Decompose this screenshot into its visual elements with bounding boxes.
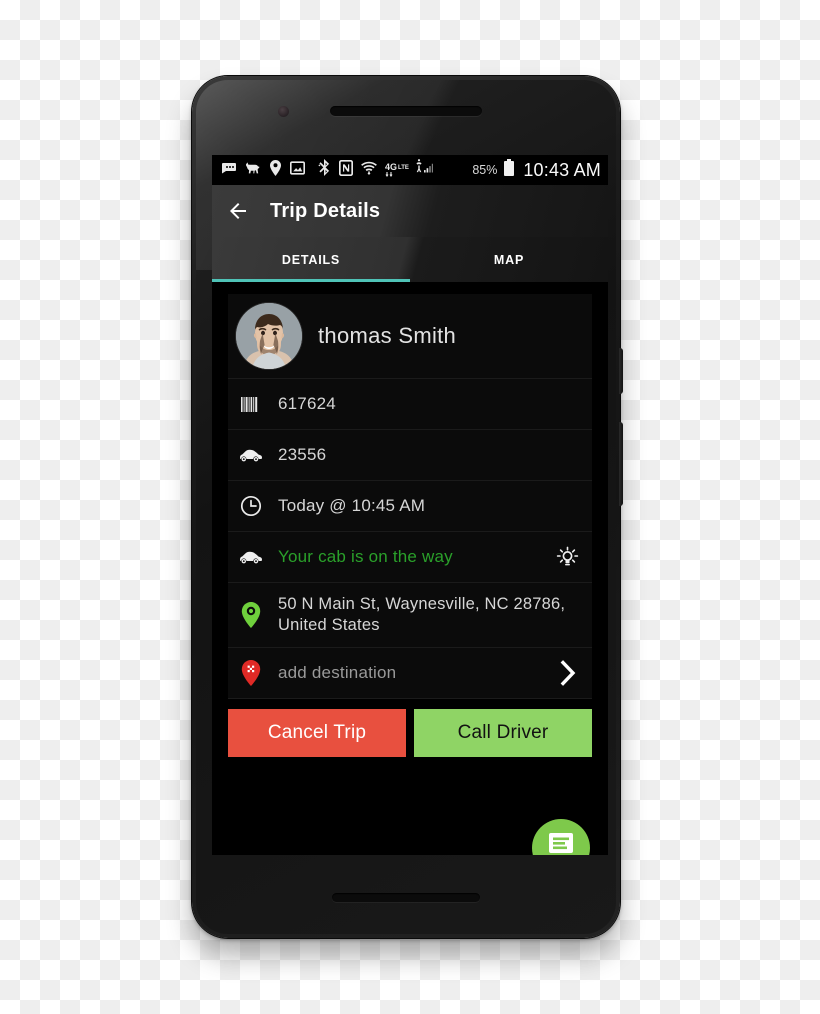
earpiece-speaker	[330, 106, 482, 116]
bottom-speaker	[332, 893, 480, 902]
clock-icon	[238, 495, 264, 517]
trip-status-row[interactable]: Your cab is on the way	[228, 532, 592, 583]
page-title: Trip Details	[270, 199, 381, 222]
pickup-address-value: 50 N Main St, Waynesville, NC 28786, Uni…	[278, 594, 566, 634]
svg-text:LTE: LTE	[398, 165, 409, 171]
vehicle-id-row[interactable]: 23556	[228, 430, 592, 481]
status-bar-system-icons: 85% 10:43 AM	[472, 158, 601, 182]
tab-details-label: DETAILS	[281, 252, 341, 267]
phone-screen: 4G LTE 85% 10:43 AM Trip Details DETAILS…	[212, 155, 608, 855]
screenshot-stage: 4G LTE 85% 10:43 AM Trip Details DETAILS…	[0, 0, 820, 1014]
volume-button[interactable]	[619, 422, 623, 506]
front-camera	[278, 106, 289, 117]
app-bar: Trip Details	[212, 185, 608, 237]
add-destination-row[interactable]: add destination	[228, 648, 592, 699]
messages-icon	[221, 161, 237, 180]
phone-device: 4G LTE 85% 10:43 AM Trip Details DETAILS…	[192, 76, 623, 938]
add-destination-label: add destination	[278, 662, 397, 682]
driver-name: thomas Smith	[318, 323, 457, 348]
nfc-icon	[338, 159, 354, 181]
booking-id-value: 617624	[278, 393, 336, 413]
barcode-icon	[238, 395, 264, 414]
battery-percent-label: 85%	[472, 163, 498, 177]
status-bar-clock: 10:43 AM	[523, 159, 601, 180]
tab-active-indicator	[212, 279, 410, 282]
destination-pin-icon	[238, 660, 264, 686]
trip-details-list: thomas Smith 617624 23556 Today @ 10:45 …	[212, 282, 608, 699]
bluetooth-icon	[318, 159, 331, 181]
pickup-time-row[interactable]: Today @ 10:45 AM	[228, 481, 592, 532]
pickup-time-value: Today @ 10:45 AM	[278, 495, 426, 515]
cellular-signal-icon	[413, 159, 434, 181]
car-icon	[238, 550, 264, 564]
driver-profile-row[interactable]: thomas Smith	[228, 294, 592, 379]
battery-icon	[503, 158, 515, 182]
driver-avatar	[236, 303, 302, 369]
vehicle-id-value: 23556	[278, 444, 327, 464]
power-button[interactable]	[619, 348, 623, 394]
back-arrow-icon[interactable]	[226, 199, 250, 223]
svg-text:4G: 4G	[385, 162, 397, 172]
action-buttons: Cancel Trip Call Driver	[212, 699, 608, 757]
pickup-address-row[interactable]: 50 N Main St, Waynesville, NC 28786, Uni…	[228, 583, 592, 648]
booking-id-row[interactable]: 617624	[228, 379, 592, 430]
screenshot-icon	[290, 160, 305, 180]
chat-fab[interactable]	[532, 819, 590, 855]
pickup-pin-icon	[238, 602, 264, 628]
brightness-bulb-icon[interactable]	[555, 545, 582, 570]
tab-map-label: MAP	[493, 252, 525, 267]
trip-status-label: Your cab is on the way	[278, 546, 453, 566]
4g-lte-icon: 4G LTE	[385, 162, 409, 178]
car-icon	[238, 448, 264, 462]
status-bar-notification-icons: 4G LTE	[221, 159, 434, 181]
tab-bar: DETAILS MAP	[212, 237, 608, 282]
chevron-right-icon[interactable]	[556, 659, 582, 687]
tab-details[interactable]: DETAILS	[212, 237, 410, 282]
message-icon	[548, 832, 574, 855]
dog-icon	[245, 161, 261, 180]
location-pin-icon	[269, 159, 282, 181]
tab-map[interactable]: MAP	[410, 237, 608, 282]
status-bar: 4G LTE 85% 10:43 AM	[212, 155, 608, 185]
cancel-trip-button[interactable]: Cancel Trip	[228, 709, 406, 757]
wifi-icon	[361, 160, 377, 181]
call-driver-button[interactable]: Call Driver	[414, 709, 592, 757]
